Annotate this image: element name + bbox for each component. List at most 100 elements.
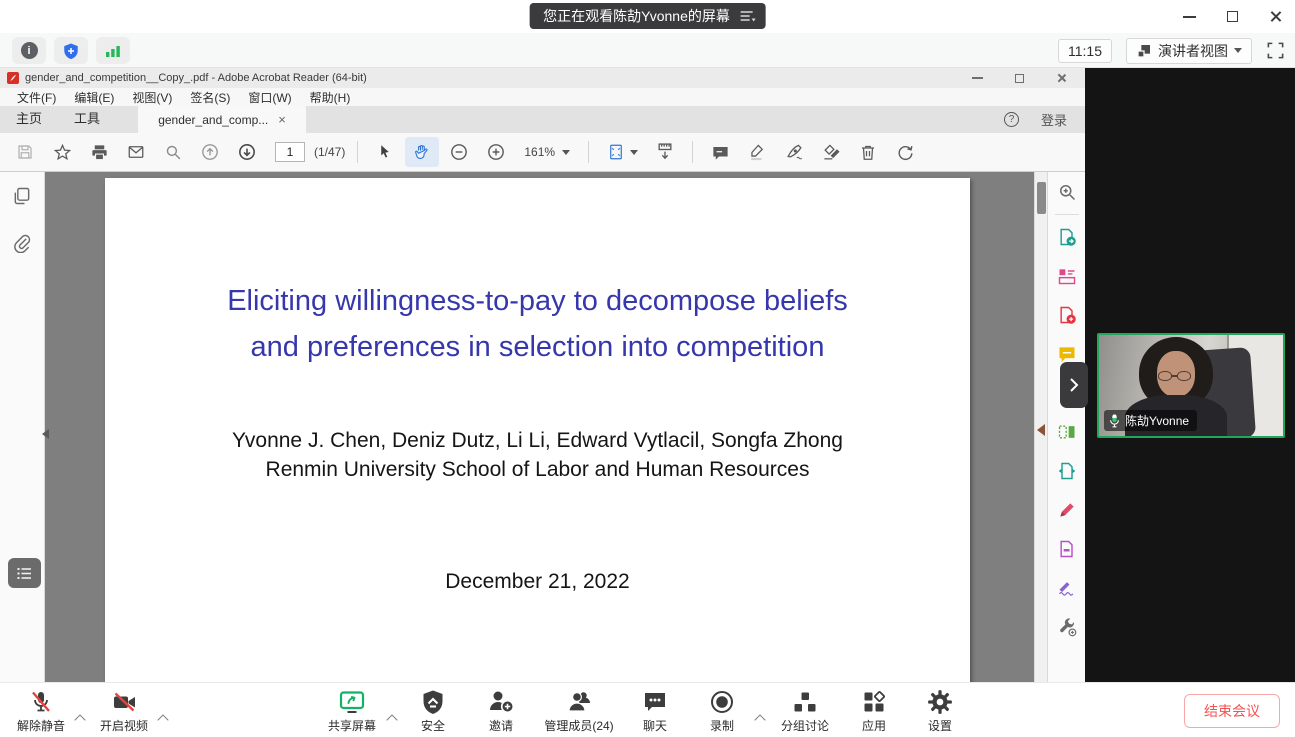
info-icon: i	[21, 42, 38, 59]
slide-title: Eliciting willingness-to-pay to decompos…	[105, 278, 970, 370]
breakout-rooms-label: 分组讨论	[781, 717, 829, 734]
security-button[interactable]: 安全	[405, 688, 461, 734]
end-meeting-button[interactable]: 结束会议	[1184, 694, 1280, 728]
pointer-icon	[376, 143, 394, 161]
collapse-panel-arrow[interactable]	[1037, 424, 1045, 436]
edit-pdf-button[interactable]	[1055, 265, 1079, 287]
page-number-input[interactable]: 1	[275, 142, 305, 162]
zoom-in-button[interactable]	[479, 137, 513, 167]
video-options-chevron[interactable]	[159, 713, 168, 722]
create-pdf-button[interactable]	[1055, 304, 1079, 326]
hand-tool-button[interactable]	[405, 137, 439, 167]
unmute-button[interactable]: 解除静音	[10, 688, 72, 734]
favorite-button[interactable]	[45, 137, 79, 167]
previous-page-button[interactable]	[193, 137, 227, 167]
apps-button[interactable]: 应用	[846, 688, 902, 734]
document-viewport[interactable]: Eliciting willingness-to-pay to decompos…	[45, 172, 1034, 682]
next-page-button[interactable]	[230, 137, 264, 167]
participant-video[interactable]: 陈劼Yvonne	[1097, 333, 1285, 438]
menu-help[interactable]: 帮助(H)	[301, 89, 360, 106]
tab-close-icon[interactable]: ×	[278, 113, 286, 126]
select-tool-button[interactable]	[368, 137, 402, 167]
tab-document[interactable]: gender_and_comp... ×	[138, 106, 306, 133]
scrollbar-thumb[interactable]	[1037, 182, 1046, 214]
screen-watch-label: 您正在观看陈劼Yvonne的屏幕	[543, 6, 730, 26]
screen-watch-banner[interactable]: 您正在观看陈劼Yvonne的屏幕	[529, 3, 766, 29]
minimize-icon[interactable]	[1181, 9, 1197, 25]
marquee-zoom-button[interactable]	[1055, 181, 1079, 203]
attachments-button[interactable]	[12, 233, 32, 258]
scrolling-mode-button[interactable]	[648, 137, 682, 167]
zoom-level-label: 161%	[524, 145, 555, 159]
menu-view[interactable]: 视图(V)	[123, 89, 181, 106]
invite-button[interactable]: 邀请	[473, 688, 529, 734]
export-pdf-button[interactable]	[1055, 226, 1079, 248]
help-icon[interactable]: ?	[1004, 112, 1019, 127]
envelope-icon	[126, 143, 146, 161]
start-video-button[interactable]: 开启视频	[92, 688, 156, 734]
close-icon[interactable]	[1267, 9, 1283, 25]
chevron-down-icon	[630, 150, 638, 155]
participant-name: 陈劼Yvonne	[1125, 412, 1189, 429]
slide-date: December 21, 2022	[105, 570, 970, 594]
shared-screen-stage: gender_and_competition__Copy_.pdf - Adob…	[0, 68, 1295, 682]
redact-button[interactable]	[1055, 538, 1079, 560]
share-screen-button[interactable]: 共享屏幕	[318, 688, 386, 734]
share-options-chevron[interactable]	[388, 713, 397, 722]
sign-tool-button[interactable]	[777, 137, 811, 167]
save-button[interactable]	[8, 137, 42, 167]
page-thumbnails-button[interactable]	[12, 186, 32, 211]
meeting-info-button[interactable]: i	[12, 37, 46, 64]
view-mode-dropdown[interactable]: 演讲者视图	[1126, 38, 1252, 64]
tab-home[interactable]: 主页	[0, 103, 58, 133]
zoom-out-button[interactable]	[442, 137, 476, 167]
highlight-tool-button[interactable]	[740, 137, 774, 167]
audio-options-chevron[interactable]	[76, 713, 85, 722]
record-button[interactable]: 录制	[694, 688, 750, 734]
network-quality-button[interactable]	[96, 37, 130, 64]
print-button[interactable]	[82, 137, 116, 167]
email-button[interactable]	[119, 137, 153, 167]
breakout-rooms-button[interactable]: 分组讨论	[766, 688, 844, 734]
acrobat-close-icon[interactable]	[1053, 70, 1069, 86]
zoom-level-dropdown[interactable]: 161%	[516, 145, 578, 159]
compress-pdf-button[interactable]	[1055, 460, 1079, 482]
acrobat-minimize-icon[interactable]	[969, 70, 985, 86]
maximize-icon[interactable]	[1224, 9, 1240, 25]
chat-button[interactable]: 聊天	[628, 688, 682, 734]
stamp-icon	[822, 143, 841, 162]
meeting-window: 您正在观看陈劼Yvonne的屏幕 i 11:15	[0, 0, 1295, 737]
stamp-tool-button[interactable]	[814, 137, 848, 167]
record-options-chevron[interactable]	[756, 713, 765, 722]
shield-plus-icon	[62, 42, 80, 60]
fit-page-dropdown[interactable]	[599, 137, 645, 167]
export-pdf-icon	[1057, 227, 1077, 247]
fill-and-sign-button[interactable]	[1055, 499, 1079, 521]
search-icon	[1057, 182, 1077, 202]
fullscreen-button[interactable]	[1266, 41, 1285, 60]
delete-pages-button[interactable]	[851, 137, 885, 167]
security-status-button[interactable]	[54, 37, 88, 64]
rotate-page-button[interactable]	[888, 137, 922, 167]
certificates-button[interactable]	[1055, 577, 1079, 599]
manage-members-button[interactable]: 管理成员(24)	[532, 688, 626, 734]
banner-menu-icon[interactable]	[740, 9, 756, 23]
comment-tool-button[interactable]	[703, 137, 737, 167]
page-count-label: (1/47)	[314, 145, 345, 159]
view-mode-label: 演讲者视图	[1158, 41, 1228, 61]
menu-sign[interactable]: 签名(S)	[181, 89, 239, 106]
acrobat-restore-icon[interactable]	[1011, 70, 1027, 86]
meeting-statusbar: i 11:15 演讲者视图	[0, 33, 1295, 68]
gear-icon	[927, 689, 953, 715]
collapse-left-panel-arrow[interactable]	[42, 429, 49, 439]
panel-pull-tab[interactable]	[1060, 362, 1088, 408]
more-tools-button[interactable]	[1055, 616, 1079, 638]
print-icon	[90, 143, 109, 162]
menu-window[interactable]: 窗口(W)	[239, 89, 300, 106]
floating-list-button[interactable]	[8, 558, 41, 588]
organize-pages-button[interactable]	[1055, 421, 1079, 443]
search-button[interactable]	[156, 137, 190, 167]
sign-in-button[interactable]: 登录	[1041, 110, 1067, 129]
tab-tools[interactable]: 工具	[58, 103, 116, 133]
settings-button[interactable]: 设置	[912, 688, 968, 734]
